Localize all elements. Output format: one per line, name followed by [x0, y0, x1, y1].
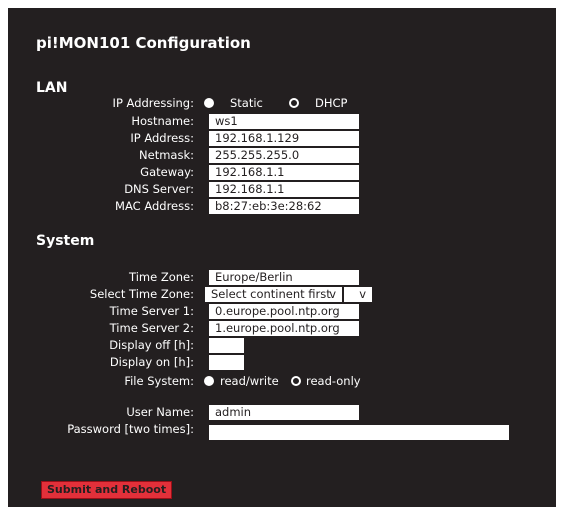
dns-server-label: DNS Server:	[124, 182, 194, 196]
read-only-label: read-only	[306, 374, 361, 388]
hostname-label: Hostname:	[131, 114, 194, 128]
select-timezone-label: Select Time Zone:	[89, 287, 194, 301]
timezone-select-arrow: v	[359, 287, 366, 301]
time-server-1-input[interactable]: 0.europe.pool.ntp.org	[209, 304, 359, 319]
continent-select-value: Select continent first	[211, 287, 331, 301]
display-on-input[interactable]	[209, 355, 244, 370]
dhcp-radio[interactable]	[289, 98, 299, 108]
user-name-label: User Name:	[126, 405, 194, 419]
submit-reboot-button[interactable]: Submit and Reboot	[41, 481, 173, 499]
static-label: Static	[230, 96, 263, 110]
netmask-label: Netmask:	[139, 148, 194, 162]
user-name-input[interactable]: admin	[209, 405, 359, 420]
dhcp-label: DHCP	[315, 96, 348, 110]
continent-select-arrow: v	[329, 287, 336, 301]
mac-address-input[interactable]: b8:27:eb:3e:28:62	[209, 199, 359, 214]
display-off-label: Display off [h]:	[109, 338, 194, 352]
ip-address-input[interactable]: 192.168.1.129	[209, 131, 359, 146]
netmask-input[interactable]: 255.255.255.0	[209, 148, 359, 163]
lan-heading: LAN	[36, 80, 68, 96]
continent-select[interactable]: Select continent first v	[205, 287, 342, 302]
display-on-label: Display on [h]:	[109, 355, 194, 369]
password-confirm-input[interactable]	[359, 425, 509, 440]
password-label: Password [two times]:	[67, 422, 194, 436]
time-server-2-input[interactable]: 1.europe.pool.ntp.org	[209, 321, 359, 336]
password-input[interactable]	[209, 425, 359, 440]
mac-address-label: MAC Address:	[115, 199, 194, 213]
read-only-radio[interactable]	[291, 376, 301, 386]
file-system-label: File System:	[124, 374, 194, 388]
time-server-2-label: Time Server 2:	[109, 321, 194, 335]
config-panel: pi!MON101 Configuration LAN IP Addressin…	[8, 8, 556, 507]
static-radio[interactable]	[204, 98, 214, 108]
hostname-input[interactable]: ws1	[209, 114, 359, 129]
ip-address-label: IP Address:	[130, 131, 194, 145]
read-write-label: read/write	[220, 374, 279, 388]
timezone-select[interactable]: v	[344, 287, 372, 302]
timezone-label: Time Zone:	[129, 270, 194, 284]
timezone-input[interactable]: Europe/Berlin	[209, 270, 359, 285]
gateway-input[interactable]: 192.168.1.1	[209, 165, 359, 180]
read-write-radio[interactable]	[204, 376, 214, 386]
ip-addressing-label: IP Addressing:	[112, 96, 194, 110]
time-server-1-label: Time Server 1:	[109, 304, 194, 318]
system-heading: System	[36, 233, 95, 249]
dns-server-input[interactable]: 192.168.1.1	[209, 182, 359, 197]
page-title: pi!MON101 Configuration	[36, 34, 251, 52]
gateway-label: Gateway:	[140, 165, 194, 179]
display-off-input[interactable]	[209, 338, 244, 353]
